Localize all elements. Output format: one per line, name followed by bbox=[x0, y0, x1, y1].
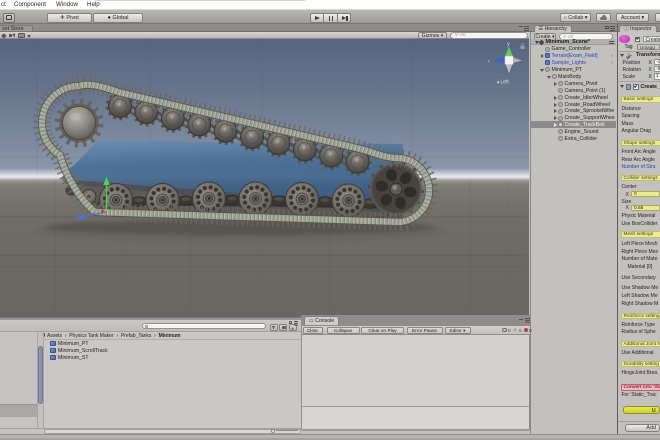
svg-text:y: y bbox=[507, 42, 510, 48]
svg-text:z: z bbox=[488, 59, 491, 64]
svg-text:◂ Left: ◂ Left bbox=[497, 80, 510, 86]
